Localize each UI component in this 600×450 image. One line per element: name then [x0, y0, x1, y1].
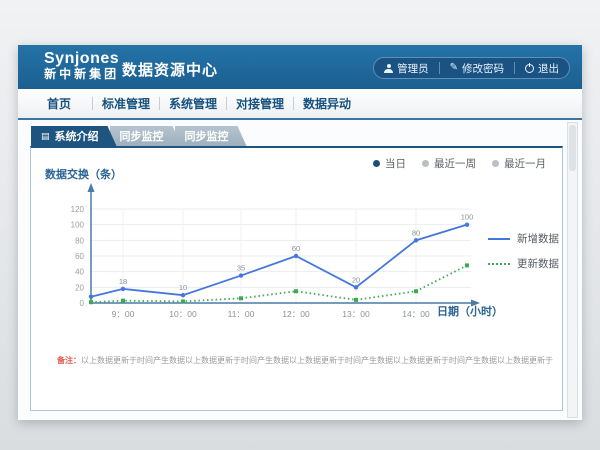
- svg-text:0: 0: [80, 299, 85, 308]
- svg-text:35: 35: [237, 264, 245, 273]
- tab-label: 同步监控: [185, 128, 229, 144]
- svg-text:13：00: 13：00: [342, 309, 370, 319]
- svg-text:11：00: 11：00: [228, 309, 255, 319]
- user-icon: [384, 64, 393, 73]
- x-axis-title: 日期（小时）: [437, 303, 503, 319]
- svg-text:60: 60: [292, 244, 300, 253]
- admin-user-button[interactable]: 管理员: [374, 58, 439, 78]
- change-password-label: 修改密码: [462, 61, 504, 76]
- legend-item-new-data[interactable]: 新增数据: [488, 231, 559, 246]
- nav-item-interface-mgmt[interactable]: 对接管理: [227, 95, 293, 112]
- footnote-text: 以上数据更新于时间产生数据以上数据更新于时间产生数据以上数据更新于时间产生数据以…: [81, 356, 553, 365]
- legend-line-dotted-icon: [488, 263, 510, 265]
- document-icon: ▤: [41, 132, 50, 141]
- legend-line-solid-icon: [488, 238, 510, 240]
- radio-label: 最近一月: [504, 156, 546, 171]
- svg-text:20: 20: [352, 275, 360, 284]
- svg-text:80: 80: [412, 228, 420, 237]
- edit-icon: ✎: [450, 63, 458, 73]
- logo-company-name: 新中新集团: [44, 68, 119, 81]
- nav-item-system-mgmt[interactable]: 系统管理: [160, 95, 226, 112]
- tab-label: 系统介绍: [55, 128, 99, 144]
- app-header: Synjones 新中新集团 数据资源中心 管理员 ✎ 修改密码 退出: [18, 45, 582, 89]
- power-icon: [525, 64, 534, 73]
- svg-text:18: 18: [119, 277, 127, 286]
- svg-text:14：00: 14：00: [402, 309, 430, 319]
- footnote: 备注：以上数据更新于时间产生数据以上数据更新于时间产生数据以上数据更新于时间产生…: [57, 355, 553, 366]
- logout-label: 退出: [538, 61, 559, 76]
- tab-system-intro[interactable]: ▤ 系统介绍: [31, 126, 117, 146]
- legend-item-updated-data[interactable]: 更新数据: [488, 256, 559, 271]
- header-user-pill: 管理员 ✎ 修改密码 退出: [373, 57, 570, 79]
- logout-button[interactable]: 退出: [515, 58, 569, 78]
- logo-brand-text: Synjones: [44, 50, 119, 68]
- change-password-button[interactable]: ✎ 修改密码: [440, 58, 514, 78]
- svg-text:20: 20: [75, 283, 84, 292]
- nav-item-standard-mgmt[interactable]: 标准管理: [93, 95, 159, 112]
- desktop-background: Synjones 新中新集团 数据资源中心 管理员 ✎ 修改密码 退出: [0, 0, 600, 450]
- radio-label: 最近一周: [434, 156, 476, 171]
- legend-label: 更新数据: [517, 256, 559, 271]
- svg-text:80: 80: [75, 236, 84, 245]
- main-nav: 首页 标准管理 系统管理 对接管理 数据异动: [18, 89, 582, 120]
- svg-text:100: 100: [71, 221, 85, 230]
- svg-text:40: 40: [75, 268, 84, 277]
- tab-sync-monitor-1[interactable]: 同步监控: [110, 126, 182, 146]
- admin-user-label: 管理员: [397, 61, 429, 76]
- svg-text:10：00: 10：00: [169, 309, 197, 319]
- radio-label: 当日: [385, 156, 406, 171]
- svg-text:12：00: 12：00: [282, 309, 310, 319]
- svg-text:120: 120: [71, 205, 85, 214]
- app-window: Synjones 新中新集团 数据资源中心 管理员 ✎ 修改密码 退出: [18, 45, 582, 420]
- legend-label: 新增数据: [517, 231, 559, 246]
- radio-today[interactable]: 当日: [373, 156, 406, 171]
- svg-text:10: 10: [179, 283, 187, 292]
- chart-panel: 当日 最近一周 最近一月 数据交换（条） 0204060801001209：00…: [30, 146, 563, 411]
- tab-bar: ▤ 系统介绍 同步监控 同步监控: [31, 126, 240, 146]
- nav-item-home[interactable]: 首页: [26, 95, 92, 112]
- content-area: ▤ 系统介绍 同步监控 同步监控 当日: [18, 120, 582, 420]
- scrollbar-thumb[interactable]: [569, 125, 576, 171]
- radio-dot: [422, 160, 429, 167]
- line-chart: 0 20 40 60 80 100 120 9：00 10：00 11：00 12：00 13：00 1…: [31, 178, 564, 350]
- vertical-scrollbar[interactable]: [567, 122, 578, 418]
- svg-text:100: 100: [461, 213, 474, 222]
- time-range-filter: 当日 最近一周 最近一月: [373, 156, 546, 171]
- footnote-label: 备注：: [57, 356, 81, 365]
- svg-text:9：00: 9：00: [112, 309, 135, 319]
- page-title: 数据资源中心: [122, 59, 218, 80]
- radio-dot: [492, 160, 499, 167]
- radio-last-week[interactable]: 最近一周: [422, 156, 476, 171]
- svg-text:60: 60: [75, 252, 84, 261]
- tab-sync-monitor-2[interactable]: 同步监控: [175, 126, 247, 146]
- company-logo: Synjones 新中新集团: [44, 50, 119, 81]
- tab-label: 同步监控: [120, 128, 164, 144]
- radio-last-month[interactable]: 最近一月: [492, 156, 546, 171]
- chart-legend: 新增数据 更新数据: [488, 231, 559, 271]
- radio-dot: [373, 160, 380, 167]
- nav-item-data-change[interactable]: 数据异动: [294, 95, 360, 112]
